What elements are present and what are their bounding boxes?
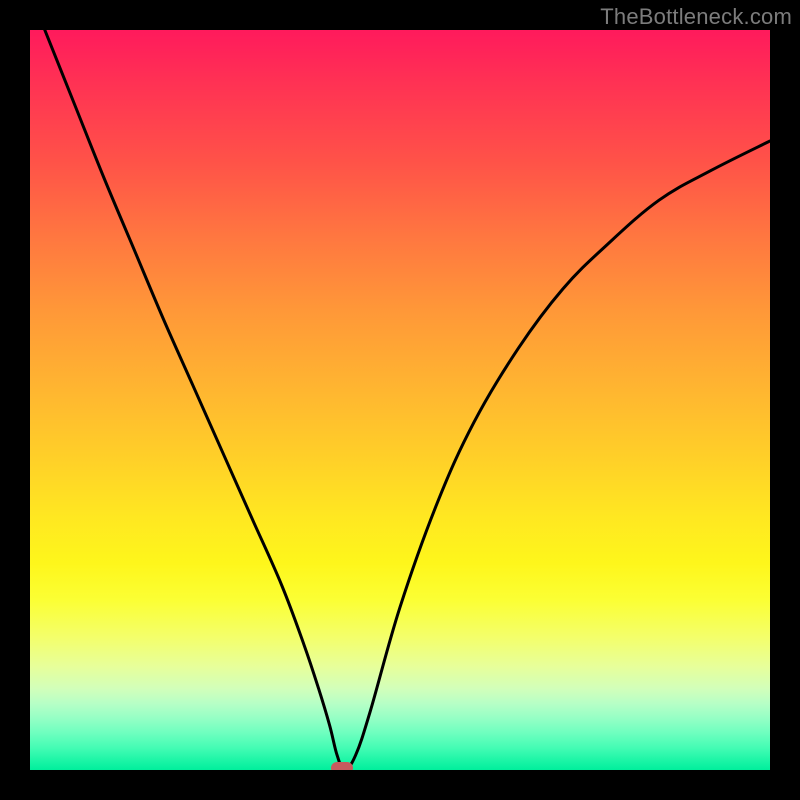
watermark-text: TheBottleneck.com (600, 4, 792, 30)
optimal-point-marker (331, 762, 353, 770)
plot-area (30, 30, 770, 770)
bottleneck-curve (45, 30, 770, 770)
chart-frame: TheBottleneck.com (0, 0, 800, 800)
curve-svg (30, 30, 770, 770)
